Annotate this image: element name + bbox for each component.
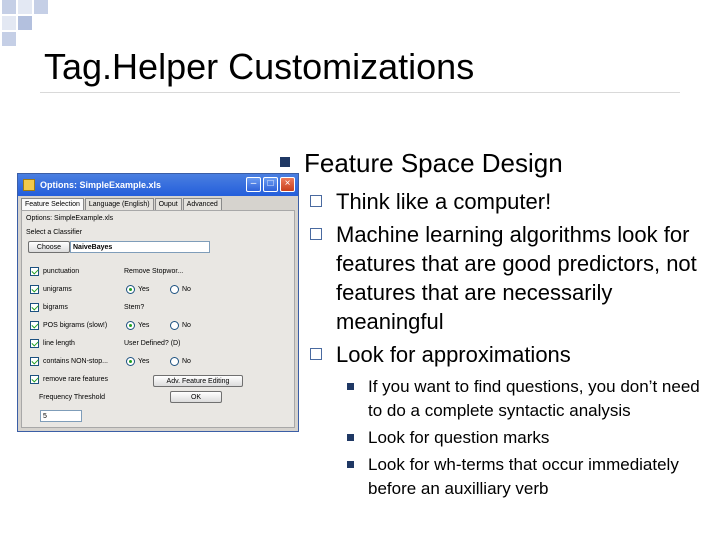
no-label: No xyxy=(182,286,191,293)
unigrams-label: unigrams xyxy=(43,286,72,293)
no-label: No xyxy=(182,322,191,329)
line-length-checkbox[interactable] xyxy=(30,339,39,348)
classifier-label: Select a Classifier xyxy=(26,229,83,236)
choose-button[interactable]: Choose xyxy=(28,241,70,253)
hollow-square-bullet-icon xyxy=(310,228,322,240)
slide-title: Tag.Helper Customizations xyxy=(44,46,475,87)
sub-bullet-text: Think like a computer! xyxy=(336,189,552,214)
sub-sub-bullet-text: Look for wh-terms that occur immediately… xyxy=(368,455,679,498)
sub-sub-bullet-text: If you want to find questions, you don’t… xyxy=(368,377,700,420)
sub-sub-bullet-item: If you want to find questions, you don’t… xyxy=(278,375,718,423)
pos-bigrams-label: POS bigrams (slow!) xyxy=(43,322,108,329)
sub-bullet-item: Think like a computer! xyxy=(278,187,718,216)
sub-bullet-item: Machine learning algorithms look for fea… xyxy=(278,220,718,336)
line-length-label: line length xyxy=(43,340,75,347)
user-defined-no-radio[interactable] xyxy=(170,357,179,366)
bigrams-checkbox[interactable] xyxy=(30,303,39,312)
contains-non-stop-label: contains NON-stop... xyxy=(43,358,108,365)
remove-rare-features-label: remove rare features xyxy=(43,376,108,383)
yes-label: Yes xyxy=(138,286,150,293)
user-defined-label: User Defined? (D) xyxy=(124,340,181,347)
sub-sub-bullet-item: Look for question marks xyxy=(278,426,718,450)
unigrams-checkbox[interactable] xyxy=(30,285,39,294)
contains-non-stop-checkbox[interactable] xyxy=(30,357,39,366)
app-icon xyxy=(23,179,35,191)
yes-label: Yes xyxy=(138,358,150,365)
sub-sub-bullet-item: Look for wh-terms that occur immediately… xyxy=(278,453,718,501)
yes-label: Yes xyxy=(138,322,150,329)
sub-bullet-text: Machine learning algorithms look for fea… xyxy=(336,222,697,334)
square-bullet-icon xyxy=(347,383,354,390)
window-titlebar: Options: SimpleExample.xls – □ × xyxy=(18,174,298,196)
frequency-threshold-label: Frequency Threshold xyxy=(39,394,106,401)
frequency-threshold-field[interactable]: 5 xyxy=(40,410,82,422)
hollow-square-bullet-icon xyxy=(310,195,322,207)
bigrams-label: bigrams xyxy=(43,304,68,311)
unigrams-yes-radio[interactable] xyxy=(126,285,135,294)
minimize-icon[interactable]: – xyxy=(246,177,261,192)
classifier-field[interactable]: NaiveBayes xyxy=(70,241,210,253)
stem-yes-radio[interactable] xyxy=(126,321,135,330)
no-label: No xyxy=(182,358,191,365)
pos-bigrams-checkbox[interactable] xyxy=(30,321,39,330)
options-label: Options: SimpleExample.xls xyxy=(26,215,114,222)
stem-no-radio[interactable] xyxy=(170,321,179,330)
punctuation-label: punctuation xyxy=(43,268,80,275)
title-divider xyxy=(40,92,680,93)
remove-rare-features-checkbox[interactable] xyxy=(30,375,39,384)
bullet-list: Feature Space Design Think like a comput… xyxy=(278,148,718,501)
sub-bullet-item: Look for approximations xyxy=(278,340,718,369)
feature-selection-panel: Options: SimpleExample.xls Select a Clas… xyxy=(21,210,295,428)
hollow-square-bullet-icon xyxy=(310,348,322,360)
bullet-item: Feature Space Design xyxy=(278,148,718,179)
bullet-text: Feature Space Design xyxy=(304,148,563,178)
stem-label: Stem? xyxy=(124,304,145,311)
user-defined-yes-radio[interactable] xyxy=(126,357,135,366)
square-bullet-icon xyxy=(347,461,354,468)
square-bullet-icon xyxy=(347,434,354,441)
window-title: Options: SimpleExample.xls xyxy=(40,180,162,190)
sub-bullet-text: Look for approximations xyxy=(336,342,571,367)
adv-feature-editing-button[interactable]: Adv. Feature Editing xyxy=(153,375,243,387)
sub-sub-bullet-text: Look for question marks xyxy=(368,428,550,447)
square-bullet-icon xyxy=(280,157,290,167)
maximize-icon[interactable]: □ xyxy=(263,177,278,192)
tab-strip: Feature Selection Language (English) Oup… xyxy=(21,198,223,211)
unigrams-no-radio[interactable] xyxy=(170,285,179,294)
ok-button[interactable]: OK xyxy=(170,391,222,403)
remove-stopwords-label: Remove Stopwor... xyxy=(124,268,184,275)
options-window: Options: SimpleExample.xls – □ × Feature… xyxy=(17,173,299,432)
punctuation-checkbox[interactable] xyxy=(30,267,39,276)
